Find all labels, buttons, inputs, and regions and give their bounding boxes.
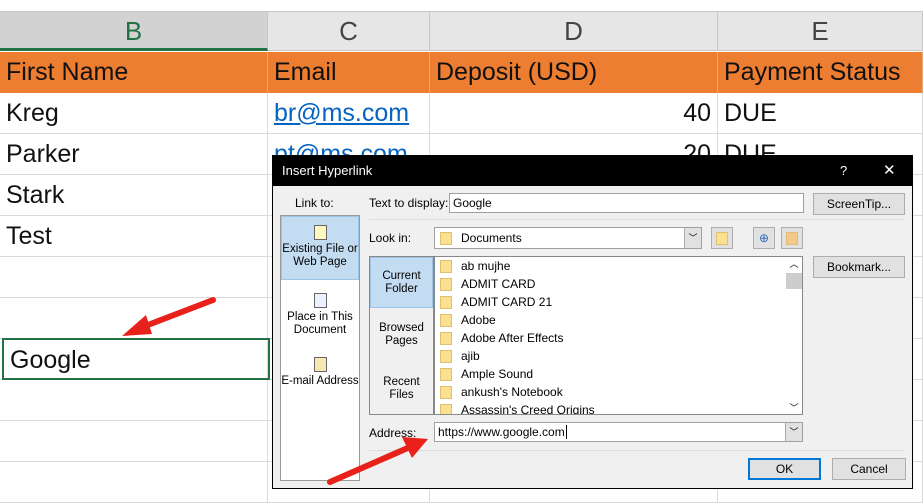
link-existing-file[interactable]: Existing File or Web Page (281, 216, 359, 280)
up-folder-button[interactable] (711, 227, 733, 249)
help-button[interactable]: ? (840, 156, 847, 186)
file-name: ab mujhe (461, 259, 511, 273)
scroll-down-icon[interactable]: ﹀ (786, 401, 802, 414)
folder-icon (440, 368, 452, 382)
file-name: Adobe After Effects (461, 331, 564, 345)
place-in-document-label: Place in This Document (287, 311, 353, 336)
address-dropdown-icon[interactable]: ﹀ (785, 423, 802, 441)
ok-button[interactable]: OK (748, 458, 821, 480)
file-list-item[interactable]: ab mujhe (435, 257, 802, 275)
folder-icon (440, 386, 452, 400)
file-list-item[interactable]: ajib (435, 347, 802, 365)
cancel-button[interactable]: Cancel (832, 458, 906, 480)
file-list-item[interactable]: Ample Sound (435, 365, 802, 383)
text-to-display-label: Text to display: (369, 196, 449, 210)
up-folder-icon (716, 232, 728, 245)
text-cursor (565, 425, 567, 439)
nav-current-folder[interactable]: Current Folder (370, 257, 433, 308)
browse-web-button[interactable]: ⊕ (753, 227, 775, 249)
file-name: Ample Sound (461, 367, 534, 381)
dialog-title: Insert Hyperlink (282, 163, 373, 178)
link-email-address[interactable]: E-mail Address (281, 354, 359, 388)
address-input[interactable]: https://www.google.com ﹀ (434, 422, 803, 442)
address-value: https://www.google.com (438, 425, 565, 439)
file-list-item[interactable]: Assassin's Creed Origins (435, 401, 802, 415)
file-name: ADMIT CARD 21 (461, 295, 553, 309)
folder-icon (440, 314, 452, 328)
nav-recent-files[interactable]: Recent Files (370, 376, 433, 402)
nav-browsed-pages[interactable]: Browsed Pages (370, 322, 433, 348)
divider-bottom (369, 450, 905, 451)
text-to-display-input[interactable]: Google (449, 193, 804, 213)
folder-icon (440, 260, 452, 274)
look-in-label: Look in: (369, 231, 412, 245)
file-name: ankush's Notebook (461, 385, 563, 399)
folder-icon (440, 296, 452, 310)
file-name: Assassin's Creed Origins (461, 403, 595, 415)
existing-file-icon (313, 225, 327, 240)
scroll-up-icon[interactable]: ︿ (786, 257, 802, 273)
place-in-document-icon (313, 293, 327, 308)
look-in-value: Documents (461, 231, 522, 245)
file-list-item[interactable]: ankush's Notebook (435, 383, 802, 401)
email-address-label: E-mail Address (281, 375, 359, 387)
bookmark-button[interactable]: Bookmark... (813, 256, 905, 278)
close-button[interactable]: ✕ (883, 156, 896, 186)
existing-file-label: Existing File or Web Page (282, 243, 358, 268)
file-list[interactable]: ab mujhe ADMIT CARD ADMIT CARD 21 Adobe Adob… (434, 256, 803, 415)
file-name: Adobe (461, 313, 496, 327)
divider (369, 219, 905, 220)
link-to-label: Link to: (295, 196, 334, 210)
browse-file-button[interactable] (781, 227, 803, 249)
scrollbar[interactable]: ︿ ﹀ (786, 257, 802, 414)
file-name: ajib (461, 349, 480, 363)
file-list-item[interactable]: Adobe After Effects (435, 329, 802, 347)
email-icon (313, 357, 327, 372)
look-in-select[interactable]: Documents ﹀ (434, 227, 702, 249)
folder-icon (440, 350, 452, 364)
insert-hyperlink-dialog: Insert Hyperlink ? ✕ Link to: Existing F… (272, 155, 913, 489)
folder-icon (440, 278, 452, 292)
dialog-titlebar: Insert Hyperlink ? ✕ (273, 156, 912, 186)
file-list-item[interactable]: ADMIT CARD 21 (435, 293, 802, 311)
folder-icon (440, 404, 452, 414)
scroll-thumb[interactable] (786, 273, 802, 289)
link-place-in-document[interactable]: Place in This Document (281, 290, 359, 337)
open-folder-icon (786, 232, 798, 245)
screentip-button[interactable]: ScreenTip... (813, 193, 905, 215)
folder-icon (440, 232, 452, 246)
file-list-item[interactable]: ADMIT CARD (435, 275, 802, 293)
file-name: ADMIT CARD (461, 277, 536, 291)
file-list-item[interactable]: Adobe (435, 311, 802, 329)
folder-icon (440, 332, 452, 346)
chevron-down-icon[interactable]: ﹀ (684, 228, 701, 248)
globe-search-icon: ⊕ (758, 231, 770, 245)
address-label: Address: (369, 426, 417, 440)
